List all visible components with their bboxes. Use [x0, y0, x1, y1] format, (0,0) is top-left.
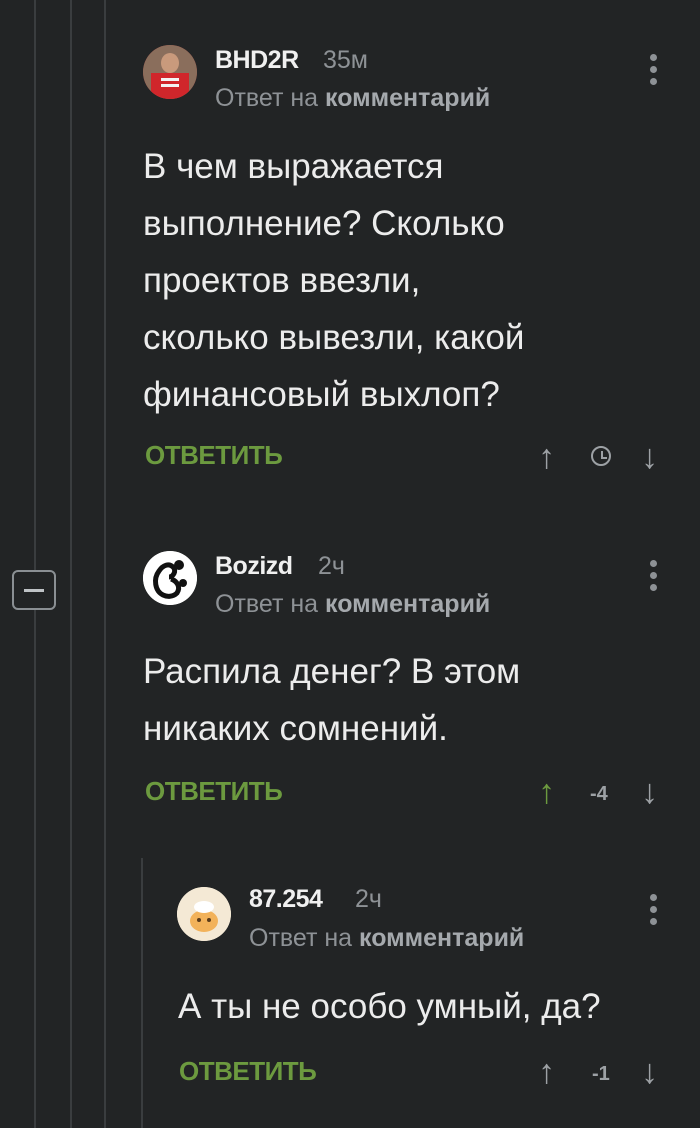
reply-button[interactable]: ОТВЕТИТЬ	[179, 1056, 317, 1087]
comment-body-line: А ты не особо умный, да?	[178, 987, 601, 1026]
upvote-icon[interactable]: ↑	[538, 1055, 555, 1089]
comment-body: А ты не особо умный, да?	[178, 978, 678, 1035]
comment-author[interactable]: 87.254	[249, 885, 323, 914]
reply-to[interactable]: Ответ на комментарий	[249, 924, 524, 953]
more-options-icon[interactable]	[650, 894, 658, 930]
reply-to-prefix: Ответ на	[249, 924, 353, 952]
downvote-icon[interactable]: ↓	[641, 1055, 658, 1089]
comment-score: -1	[592, 1063, 610, 1085]
comment-time: 2ч	[355, 885, 382, 913]
reply-to-link[interactable]: комментарий	[359, 924, 524, 952]
comment: 87.254 2ч Ответ на комментарий А ты не о…	[0, 0, 700, 1128]
default-cat-avatar-icon	[177, 887, 231, 941]
user-avatar[interactable]	[177, 887, 231, 941]
